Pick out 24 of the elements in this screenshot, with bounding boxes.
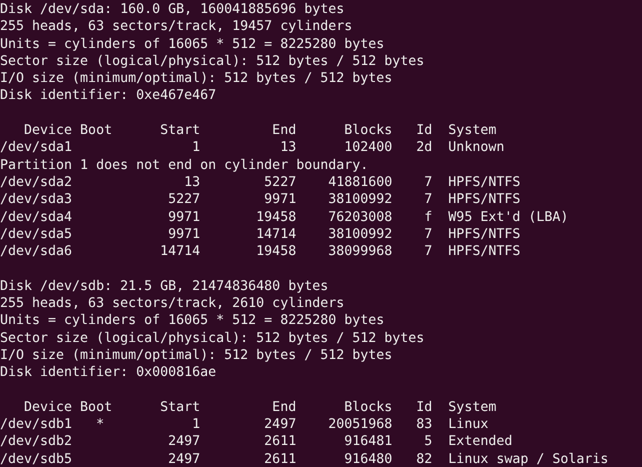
- terminal-line: I/O size (minimum/optimal): 512 bytes / 512 bytes: [0, 70, 392, 88]
- terminal-line: Disk /dev/sdb: 21.5 GB, 21474836480 bytes: [0, 278, 328, 296]
- terminal-line: /dev/sda6 14714 19458 38099968 7 HPFS/NTFS: [0, 243, 520, 260]
- terminal-line: Disk /dev/sda: 160.0 GB, 160041885696 bytes: [0, 1, 344, 18]
- terminal-line: /dev/sda4 9971 19458 76203008 f W95 Ext'd (LBA): [0, 208, 568, 226]
- terminal-line: Device Boot Start End Blocks Id System: [23, 122, 496, 140]
- terminal-line: /dev/sdb5 2497 2611 916480 82 Linux swap / Solaris: [0, 450, 608, 467]
- terminal-line: Sector size (logical/physical): 512 bytes / 512 bytes: [0, 330, 424, 347]
- terminal-line: Device Boot Start End Blocks Id System: [23, 398, 496, 416]
- terminal-line: /dev/sda3 5227 9971 38100992 7 HPFS/NTFS: [0, 191, 520, 209]
- terminal-line: 255 heads, 63 sectors/track, 19457 cylinders: [0, 18, 352, 36]
- terminal-line: Units = cylinders of 16065 * 512 = 8225280 bytes: [0, 36, 384, 53]
- terminal-line: /dev/sda1 1 13 102400 2d Unknown: [0, 139, 504, 157]
- terminal-line: /dev/sdb1 * 1 2497 20051968 83 Linux: [0, 416, 488, 434]
- terminal-line: /dev/sdb2 2497 2611 916481 5 Extended: [0, 433, 512, 451]
- terminal-line: Disk identifier: 0x000816ae: [0, 364, 216, 382]
- terminal-line: Units = cylinders of 16065 * 512 = 8225280 bytes: [0, 312, 384, 330]
- terminal-line: Sector size (logical/physical): 512 bytes / 512 bytes: [0, 52, 424, 70]
- terminal-line: Partition 1 does not end on cylinder boundary.: [0, 156, 368, 174]
- terminal-line: Disk identifier: 0xe467e467: [0, 87, 216, 105]
- terminal-line: /dev/sda2 13 5227 41881600 7 HPFS/NTFS: [0, 174, 520, 192]
- terminal-line: /dev/sda5 9971 14714 38100992 7 HPFS/NTFS: [0, 226, 520, 244]
- terminal-line: 255 heads, 63 sectors/track, 2610 cylinders: [0, 295, 344, 312]
- terminal-line: I/O size (minimum/optimal): 512 bytes / 512 bytes: [0, 346, 392, 364]
